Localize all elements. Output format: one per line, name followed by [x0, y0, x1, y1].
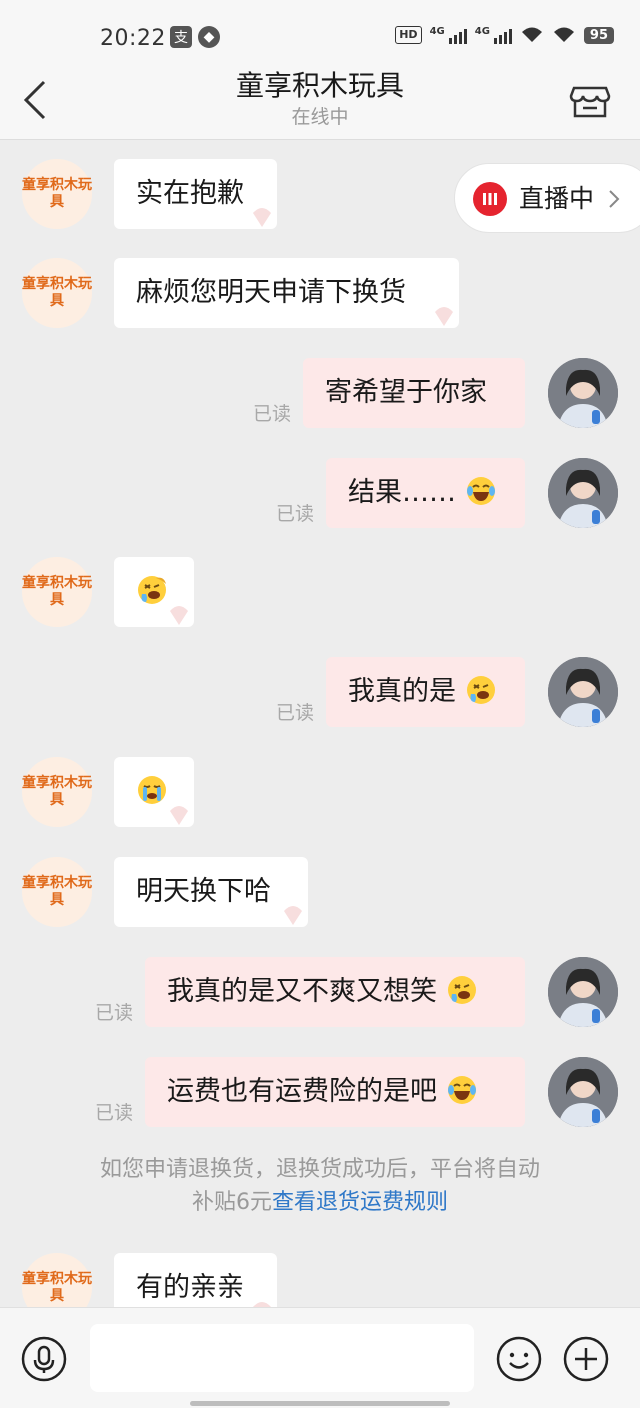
message-bubble[interactable]	[114, 557, 194, 627]
laughing-tears-emoji-icon	[447, 1075, 476, 1104]
input-bar	[0, 1307, 640, 1408]
message-bubble[interactable]: 寄希望于你家	[303, 358, 525, 428]
read-receipt: 已读	[95, 1002, 134, 1024]
crying-laughing-emoji-icon	[447, 975, 476, 1004]
signal-icon-1: 4G	[430, 26, 467, 44]
message-bubble[interactable]: 结果……	[326, 458, 525, 528]
plus-icon[interactable]	[563, 1336, 609, 1382]
message-bubble[interactable]	[114, 757, 194, 827]
read-receipt: 已读	[276, 702, 315, 724]
message-bubble[interactable]: 运费也有运费险的是吧	[145, 1057, 525, 1127]
watermark-icon	[170, 606, 188, 625]
shop-title: 童享积木玩具	[235, 69, 404, 102]
message-input[interactable]	[90, 1324, 474, 1392]
shop-avatar-text: 童享积木玩具	[22, 177, 92, 210]
live-badge[interactable]: 直播中	[454, 163, 640, 233]
message-bubble[interactable]: 有的亲亲	[114, 1253, 277, 1307]
chevron-right-icon	[609, 190, 620, 208]
microphone-icon[interactable]	[21, 1336, 67, 1382]
hd-voice-icon: HD	[395, 26, 422, 44]
message-bubble[interactable]: 实在抱歉	[114, 159, 277, 229]
watermark-icon	[253, 208, 271, 227]
notice-line-1: 如您申请退换货，退换货成功后，平台将自动	[99, 1157, 540, 1182]
payment-app-icon: 支	[170, 26, 192, 48]
chat-header: 童享积木玩具 在线中	[0, 56, 640, 140]
watermark-icon	[435, 307, 453, 326]
shop-avatar[interactable]: 童享积木玩具	[22, 757, 92, 827]
user-avatar[interactable]	[548, 957, 618, 1027]
user-avatar[interactable]	[548, 657, 618, 727]
message-bubble[interactable]: 我真的是又不爽又想笑	[145, 957, 525, 1027]
battery-icon: 95	[583, 26, 614, 44]
shipping-rules-link[interactable]: 查看退货运费规则	[272, 1190, 448, 1215]
home-indicator	[190, 1401, 450, 1406]
live-label: 直播中	[519, 184, 595, 213]
chat-list[interactable]: 童享积木玩具 实在抱歉 直播中 童享积木玩具 麻烦您明天申请下换货 已读 寄希望…	[0, 141, 640, 1307]
watermark-icon	[253, 1302, 271, 1307]
read-receipt: 已读	[95, 1102, 134, 1124]
crying-laughing-emoji-icon	[466, 675, 495, 704]
message-bubble[interactable]: 麻烦您明天申请下换货	[114, 258, 459, 328]
message-bubble[interactable]: 我真的是	[326, 657, 525, 727]
status-time: 20:22	[100, 26, 166, 51]
read-receipt: 已读	[253, 403, 292, 425]
shop-avatar[interactable]: 童享积木玩具	[22, 857, 92, 927]
laughing-tears-emoji-icon	[466, 476, 495, 505]
live-icon	[473, 182, 507, 216]
system-notice: 如您申请退换货，退换货成功后，平台将自动 补贴6元查看退货运费规则	[0, 1153, 640, 1219]
wifi-icon-2	[553, 27, 574, 42]
wifi-icon	[521, 27, 542, 42]
emoji-icon[interactable]	[496, 1336, 542, 1382]
watermark-icon	[284, 906, 302, 925]
user-avatar[interactable]	[548, 1057, 618, 1127]
online-status: 在线中	[291, 106, 349, 128]
crying-emoji-icon	[138, 775, 166, 804]
shop-avatar[interactable]: 童享积木玩具	[22, 557, 92, 627]
user-avatar[interactable]	[548, 458, 618, 528]
signal-icon-2: 4G	[475, 26, 512, 44]
message-bubble[interactable]: 明天换下哈	[114, 857, 308, 927]
watermark-icon	[170, 806, 188, 825]
crying-laughing-emoji-icon	[138, 575, 166, 604]
notification-icon: ◆	[198, 26, 220, 48]
shop-avatar[interactable]: 童享积木玩具	[22, 258, 92, 328]
notice-line-2: 补贴6元	[191, 1190, 272, 1215]
store-icon[interactable]	[568, 78, 612, 122]
user-avatar[interactable]	[548, 358, 618, 428]
shop-avatar[interactable]: 童享积木玩具	[22, 1253, 92, 1307]
read-receipt: 已读	[276, 503, 315, 525]
shop-avatar[interactable]: 童享积木玩具	[22, 159, 92, 229]
